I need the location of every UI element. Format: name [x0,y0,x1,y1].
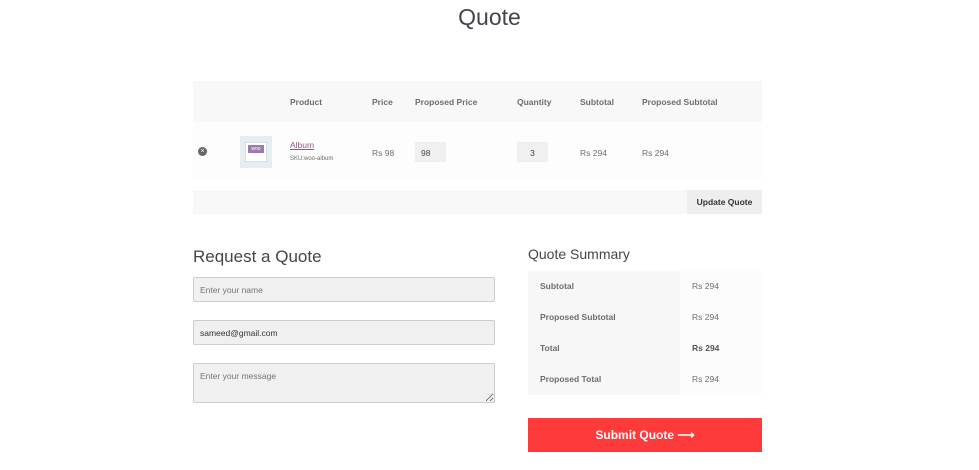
summary-row-total: Total Rs 294 [528,333,762,364]
proposed-subtotal: Rs 294 [642,148,669,158]
th-subtotal: Subtotal [580,97,614,107]
product-thumbnail[interactable]: woo [240,136,272,168]
summary-label: Subtotal [528,271,680,302]
summary-row-subtotal: Subtotal Rs 294 [528,271,762,302]
product-sku: SKU:woo-album [290,156,334,162]
summary-label: Total [528,333,680,364]
proposed-price-input[interactable]: 98 [415,142,446,162]
summary-value: Rs 294 [680,364,762,395]
summary-heading: Quote Summary [528,246,630,262]
submit-quote-button[interactable]: Submit Quote ⟶ [528,418,762,452]
thumb-logo: woo [248,145,264,153]
th-price: Price [372,97,393,107]
arrow-right-icon: ⟶ [677,428,695,442]
th-product: Product [290,97,323,107]
name-input[interactable] [193,277,495,302]
th-proposed-price: Proposed Price [415,97,478,107]
summary-value: Rs 294 [680,333,762,364]
summary-row-proposed-subtotal: Proposed Subtotal Rs 294 [528,302,762,333]
submit-label: Submit Quote [595,428,675,442]
request-quote-heading: Request a Quote [193,247,322,266]
th-proposed-subtotal: Proposed Subtotal [642,97,718,107]
quote-summary: Subtotal Rs 294 Proposed Subtotal Rs 294 T… [528,271,762,395]
product-link[interactable]: Album [290,140,314,150]
email-input[interactable] [193,320,495,345]
th-quantity: Quantity [517,97,552,107]
message-input[interactable] [193,363,495,403]
actions-bar: Update Quote [193,190,762,214]
page-title: Quote [458,4,521,30]
table-header: Product Price Proposed Price Quantity Su… [193,81,762,122]
quantity-input[interactable]: 3 [517,142,548,162]
remove-icon[interactable]: × [198,147,207,156]
update-quote-button[interactable]: Update Quote [687,190,762,214]
table-row: × woo Album SKU:woo-album Rs 98 98 3 Rs … [193,122,762,181]
summary-row-proposed-total: Proposed Total Rs 294 [528,364,762,395]
summary-value: Rs 294 [680,302,762,333]
summary-label: Proposed Total [528,364,680,395]
summary-value: Rs 294 [680,271,762,302]
price: Rs 98 [372,148,395,158]
subtotal: Rs 294 [580,148,607,158]
summary-label: Proposed Subtotal [528,302,680,333]
